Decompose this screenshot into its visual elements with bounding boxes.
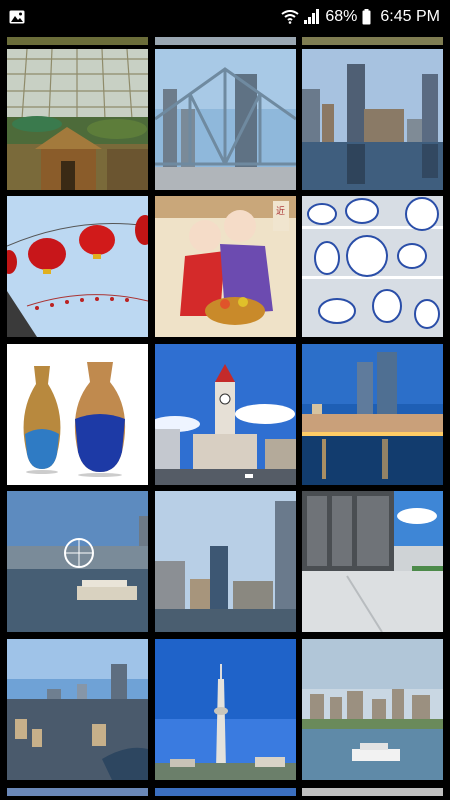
glass-dome-garden-image	[7, 49, 148, 190]
photo-thumbnail[interactable]: 近	[155, 196, 296, 337]
blue-white-porcelain-image	[302, 196, 443, 337]
clock: 6:45 PM	[380, 7, 440, 25]
photo-thumbnail[interactable]	[302, 344, 443, 485]
aerial-city-image	[7, 639, 148, 780]
wifi-icon	[281, 9, 299, 24]
river-skyline-reflection-image	[302, 49, 443, 190]
image-gallery-icon	[9, 10, 25, 23]
photo-thumbnail[interactable]	[155, 344, 296, 485]
photo-strip-partial[interactable]	[155, 788, 296, 796]
photo-strip-partial[interactable]	[7, 37, 148, 45]
photo-thumbnail[interactable]	[155, 491, 296, 632]
photo-thumbnail[interactable]	[7, 491, 148, 632]
battery-icon	[362, 8, 371, 24]
ferris-wheel-river-image	[7, 491, 148, 632]
clock-tower-image	[155, 344, 296, 485]
photo-thumbnail[interactable]	[155, 639, 296, 780]
status-bar: 68% 6:45 PM	[0, 0, 450, 33]
folk-painting-children-image: 近	[155, 196, 296, 337]
photo-grid: 近	[0, 33, 450, 800]
photo-thumbnail[interactable]	[7, 196, 148, 337]
night-waterfront-image	[302, 344, 443, 485]
photo-thumbnail[interactable]	[302, 196, 443, 337]
battery-percent: 68%	[325, 7, 358, 25]
photo-strip-partial[interactable]	[7, 788, 148, 796]
photo-thumbnail[interactable]	[7, 639, 148, 780]
photo-strip-partial[interactable]	[302, 788, 443, 796]
cell-signal-icon	[304, 9, 320, 24]
modern-building-plaza-image	[302, 491, 443, 632]
tv-tower-image	[155, 639, 296, 780]
photo-thumbnail[interactable]	[7, 344, 148, 485]
photo-strip-partial[interactable]	[155, 37, 296, 45]
photo-thumbnail[interactable]	[7, 49, 148, 190]
steel-bridge-skyscrapers-image	[155, 49, 296, 190]
red-lanterns-image	[7, 196, 148, 337]
river-boat-skyline-image	[302, 639, 443, 780]
city-tower-river-image	[155, 491, 296, 632]
status-right: 68% 6:45 PM	[281, 8, 440, 26]
two-vases-image	[7, 344, 148, 485]
status-left	[9, 10, 281, 24]
photo-thumbnail[interactable]	[302, 639, 443, 780]
photo-thumbnail[interactable]	[302, 491, 443, 632]
photo-thumbnail[interactable]	[155, 49, 296, 190]
photo-thumbnail[interactable]	[302, 49, 443, 190]
svg-text:近: 近	[276, 205, 285, 217]
photo-strip-partial[interactable]	[302, 37, 443, 45]
